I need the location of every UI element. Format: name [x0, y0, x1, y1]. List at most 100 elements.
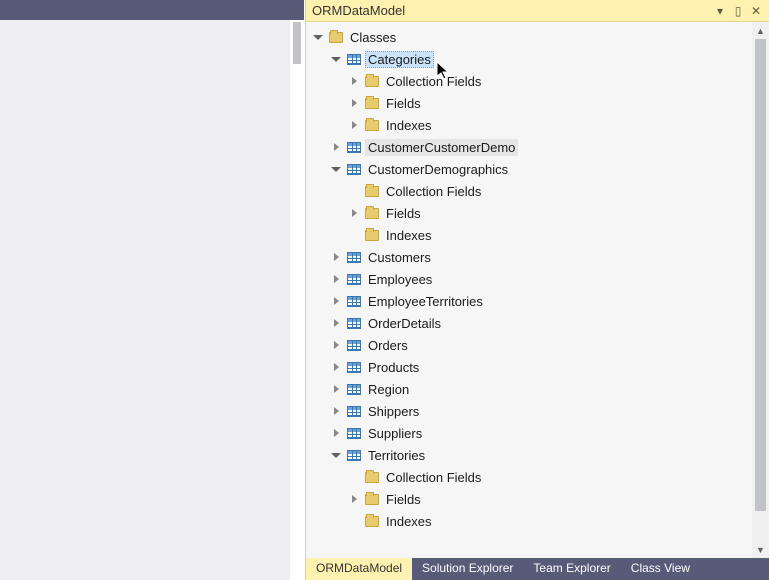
table-icon: [346, 293, 362, 309]
tab-team-explorer[interactable]: Team Explorer: [523, 558, 620, 580]
expander-closed-icon[interactable]: [346, 491, 362, 507]
table-icon: [346, 161, 362, 177]
tree-node-fields[interactable]: Fields: [306, 202, 752, 224]
table-icon: [346, 51, 362, 67]
expander-closed-icon[interactable]: [328, 293, 344, 309]
node-label: Products: [365, 359, 422, 376]
dropdown-icon[interactable]: ▾: [711, 4, 729, 18]
folder-icon: [364, 469, 380, 485]
expander-closed-icon[interactable]: [328, 249, 344, 265]
tree-node-region[interactable]: Region: [306, 378, 752, 400]
tab-ormdatamodel[interactable]: ORMDataModel: [306, 558, 412, 580]
tree-node-employees[interactable]: Employees: [306, 268, 752, 290]
expander-open-icon[interactable]: [328, 447, 344, 463]
expander-closed-icon[interactable]: [346, 205, 362, 221]
tree-node-products[interactable]: Products: [306, 356, 752, 378]
tree-node-indexes[interactable]: Indexes: [306, 224, 752, 246]
expander-closed-icon[interactable]: [328, 271, 344, 287]
expander-closed-icon[interactable]: [328, 359, 344, 375]
scroll-up-icon[interactable]: ▲: [752, 22, 769, 39]
panel-title: ORMDataModel: [310, 3, 711, 18]
tree-node-customercustomerdemo[interactable]: CustomerCustomerDemo: [306, 136, 752, 158]
tree-node-territories[interactable]: Territories: [306, 444, 752, 466]
tree-node-suppliers[interactable]: Suppliers: [306, 422, 752, 444]
expander-none: [346, 183, 362, 199]
tree-node-employeeterritories[interactable]: EmployeeTerritories: [306, 290, 752, 312]
tree-node-customerdemographics[interactable]: CustomerDemographics: [306, 158, 752, 180]
node-label: Customers: [365, 249, 434, 266]
node-label: Collection Fields: [383, 73, 484, 90]
expander-none: [346, 469, 362, 485]
tree-node-classes[interactable]: Classes: [306, 26, 752, 48]
node-label: CustomerDemographics: [365, 161, 511, 178]
node-label: Region: [365, 381, 412, 398]
table-icon: [346, 381, 362, 397]
table-icon: [346, 359, 362, 375]
node-label: Territories: [365, 447, 428, 464]
tree-view[interactable]: Classes Categories Collection Fields Fie…: [306, 22, 752, 558]
folder-icon: [364, 227, 380, 243]
tree-node-shippers[interactable]: Shippers: [306, 400, 752, 422]
expander-closed-icon[interactable]: [328, 337, 344, 353]
pin-icon[interactable]: ▯: [729, 4, 747, 18]
panel-scrollbar[interactable]: ▲ ▼: [752, 22, 769, 558]
expander-closed-icon[interactable]: [328, 315, 344, 331]
folder-icon: [364, 117, 380, 133]
left-content: [0, 20, 290, 580]
tree-node-categories[interactable]: Categories: [306, 48, 752, 70]
scroll-track[interactable]: [752, 39, 769, 541]
node-label: Indexes: [383, 117, 435, 134]
node-label: Indexes: [383, 513, 435, 530]
tree-node-collection-fields[interactable]: Collection Fields: [306, 70, 752, 92]
tree-node-orders[interactable]: Orders: [306, 334, 752, 356]
left-scroll-thumb[interactable]: [293, 22, 301, 64]
tab-solution-explorer[interactable]: Solution Explorer: [412, 558, 523, 580]
left-titlebar: [0, 0, 304, 20]
panel-titlebar: ORMDataModel ▾ ▯ ✕: [306, 0, 769, 22]
tab-class-view[interactable]: Class View: [621, 558, 700, 580]
node-label: Fields: [383, 491, 424, 508]
node-label: Collection Fields: [383, 183, 484, 200]
table-icon: [346, 447, 362, 463]
node-label: Employees: [365, 271, 435, 288]
expander-open-icon[interactable]: [328, 51, 344, 67]
folder-icon: [364, 491, 380, 507]
node-label: Fields: [383, 205, 424, 222]
tree-node-fields[interactable]: Fields: [306, 92, 752, 114]
expander-closed-icon[interactable]: [328, 403, 344, 419]
table-icon: [346, 315, 362, 331]
tree-node-collection-fields[interactable]: Collection Fields: [306, 466, 752, 488]
node-label: Classes: [347, 29, 399, 46]
tree-node-collection-fields[interactable]: Collection Fields: [306, 180, 752, 202]
expander-none: [346, 513, 362, 529]
tool-window-tabs: ORMDataModel Solution Explorer Team Expl…: [306, 558, 769, 580]
table-icon: [346, 337, 362, 353]
expander-open-icon[interactable]: [310, 29, 326, 45]
expander-closed-icon[interactable]: [346, 95, 362, 111]
expander-closed-icon[interactable]: [346, 117, 362, 133]
table-icon: [346, 271, 362, 287]
left-scrollbar[interactable]: [290, 20, 304, 580]
tree-node-orderdetails[interactable]: OrderDetails: [306, 312, 752, 334]
scroll-thumb[interactable]: [755, 39, 766, 511]
left-editor-pane: [0, 0, 304, 580]
tree-node-fields[interactable]: Fields: [306, 488, 752, 510]
close-icon[interactable]: ✕: [747, 4, 765, 18]
expander-closed-icon[interactable]: [328, 139, 344, 155]
expander-closed-icon[interactable]: [346, 73, 362, 89]
folder-icon: [364, 95, 380, 111]
expander-open-icon[interactable]: [328, 161, 344, 177]
node-label: Suppliers: [365, 425, 425, 442]
folder-icon: [328, 29, 344, 45]
node-label: Categories: [365, 51, 434, 68]
expander-closed-icon[interactable]: [328, 381, 344, 397]
table-icon: [346, 249, 362, 265]
expander-closed-icon[interactable]: [328, 425, 344, 441]
tree-node-customers[interactable]: Customers: [306, 246, 752, 268]
tree-node-indexes[interactable]: Indexes: [306, 510, 752, 532]
scroll-down-icon[interactable]: ▼: [752, 541, 769, 558]
tree-node-indexes[interactable]: Indexes: [306, 114, 752, 136]
node-label: OrderDetails: [365, 315, 444, 332]
expander-none: [346, 227, 362, 243]
folder-icon: [364, 513, 380, 529]
